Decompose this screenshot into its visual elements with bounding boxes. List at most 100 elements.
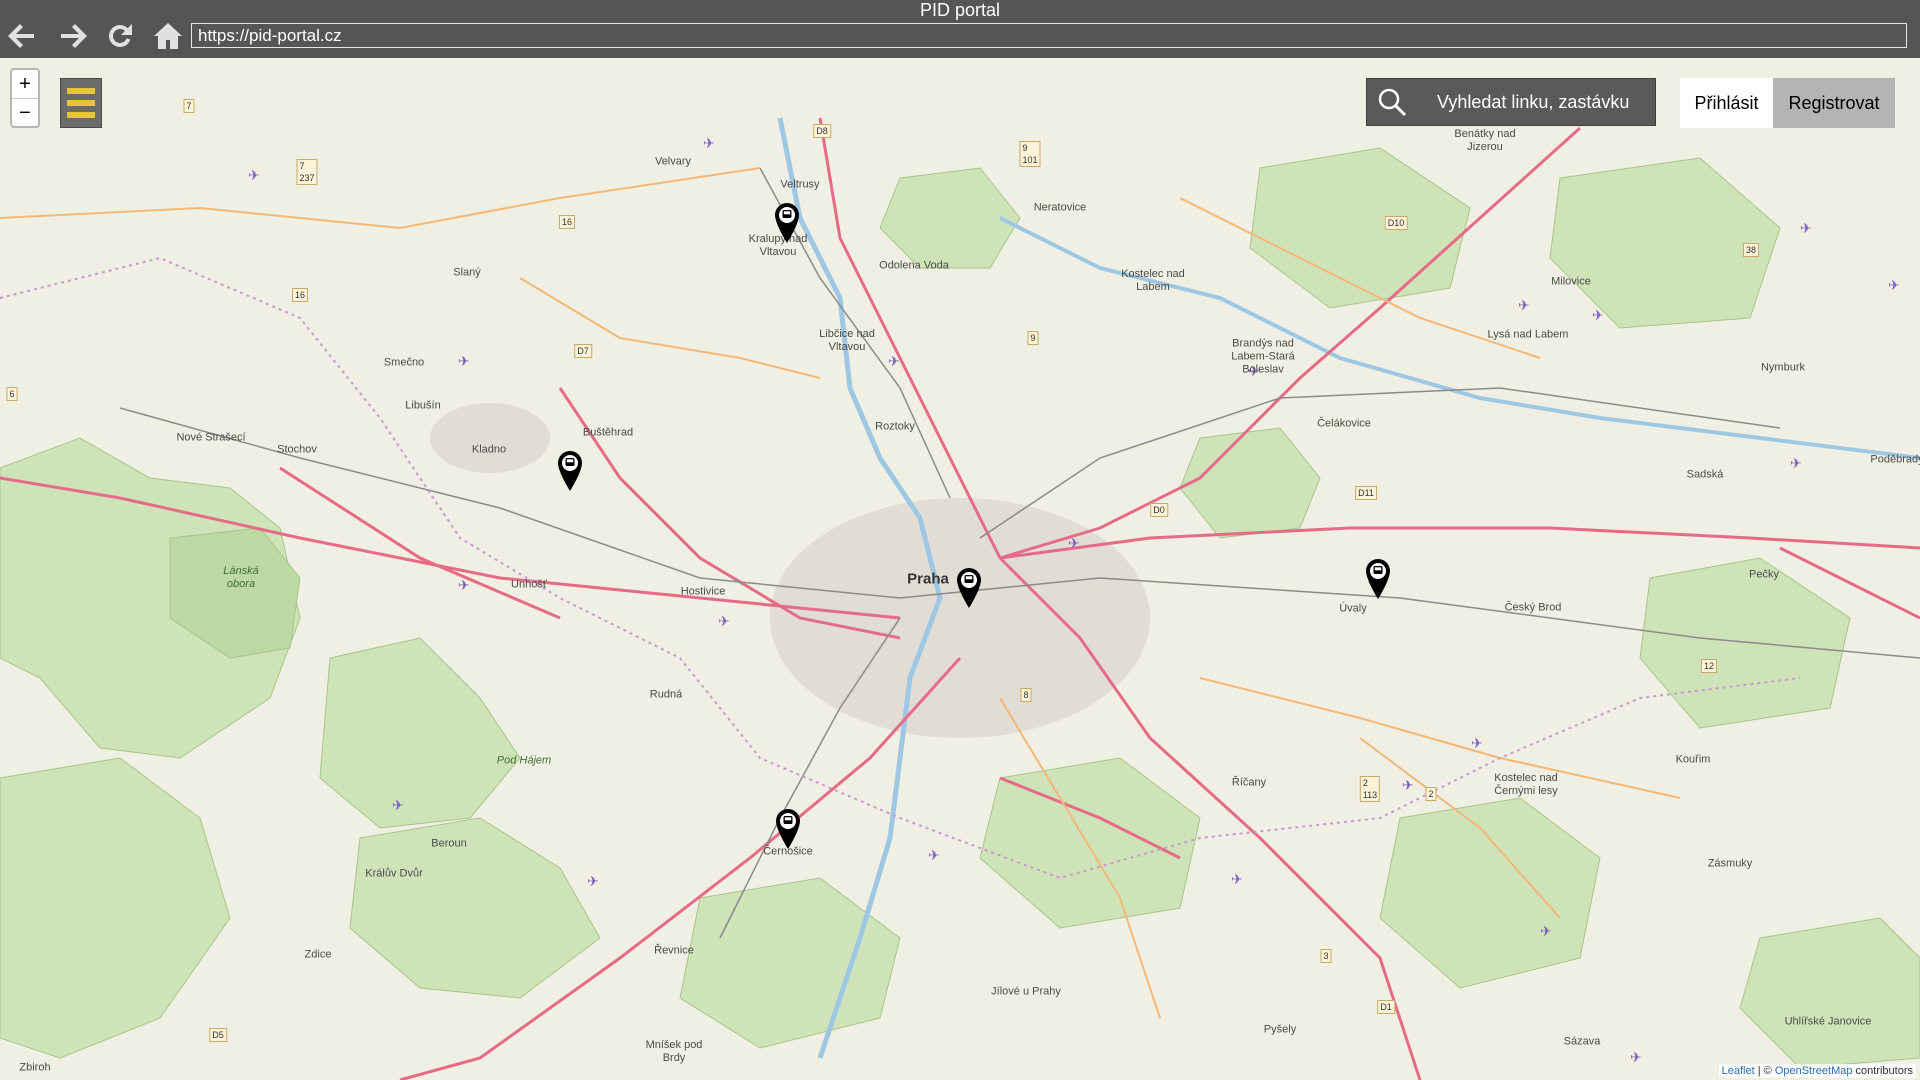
- place-label: Zdice: [304, 948, 332, 961]
- place-label: Brandýs nad Labem-Stará Boleslav: [1231, 337, 1295, 376]
- menu-bar: [67, 88, 95, 94]
- road-shield: 2: [1425, 787, 1437, 801]
- road-shield: 3: [1320, 949, 1332, 963]
- menu-bar: [67, 112, 95, 118]
- place-label: Kouřim: [1675, 753, 1711, 766]
- kladno-urban-area: [430, 403, 550, 473]
- window-title: PID portal: [919, 0, 1001, 20]
- svg-text:✈: ✈: [1790, 455, 1802, 471]
- svg-text:✈: ✈: [718, 613, 730, 629]
- road-shield: 9: [1027, 331, 1039, 345]
- register-button[interactable]: Registrovat: [1773, 78, 1895, 128]
- road-shield: 38: [1742, 243, 1760, 257]
- road-shield: 6: [6, 387, 18, 401]
- place-label: Poděbrady: [1870, 453, 1920, 466]
- reload-button[interactable]: [102, 18, 138, 54]
- place-label: Kladno: [471, 443, 507, 456]
- place-label: Český Brod: [1504, 601, 1562, 614]
- svg-text:✈: ✈: [458, 353, 470, 369]
- place-label: Roztoky: [875, 420, 915, 433]
- place-label: Zbiroh: [19, 1061, 51, 1074]
- svg-text:✈: ✈: [1518, 297, 1530, 313]
- bus-stop-marker-icon[interactable]: [1366, 559, 1390, 599]
- place-label: Libčice nad Vltavou: [819, 328, 875, 353]
- svg-text:✈: ✈: [1068, 535, 1080, 551]
- svg-text:✈: ✈: [248, 167, 260, 183]
- place-label: Pod Hájem: [496, 754, 552, 767]
- place-label: Králův Dvůr: [365, 867, 423, 880]
- place-label: Úvaly: [1339, 602, 1367, 615]
- road-shield: 7: [183, 99, 195, 113]
- svg-text:✈: ✈: [1540, 923, 1552, 939]
- arrow-left-icon: [8, 24, 34, 48]
- place-label: Nové Strašecí: [176, 431, 246, 444]
- osm-link[interactable]: OpenStreetMap: [1775, 1065, 1853, 1077]
- back-button[interactable]: [4, 18, 40, 54]
- attribution-separator: | ©: [1754, 1065, 1775, 1077]
- praha-urban-area: [770, 498, 1150, 738]
- place-label: Sadská: [1686, 468, 1724, 481]
- hamburger-menu-icon[interactable]: [60, 78, 102, 128]
- svg-text:✈: ✈: [1630, 1049, 1642, 1065]
- road-shield: 16: [558, 215, 576, 229]
- leaflet-link[interactable]: Leaflet: [1722, 1065, 1755, 1077]
- place-label: Řevnice: [654, 944, 694, 957]
- place-label: Uhlířské Janovice: [1784, 1015, 1872, 1028]
- svg-text:✈: ✈: [458, 577, 470, 593]
- place-label: Mníšek pod Brdy: [645, 1039, 703, 1064]
- menu-bar: [67, 100, 95, 106]
- zoom-control: + −: [10, 68, 40, 128]
- svg-text:✈: ✈: [888, 353, 900, 369]
- road-shield: D11: [1355, 486, 1377, 500]
- svg-text:✈: ✈: [1231, 871, 1243, 887]
- zoom-in-button[interactable]: +: [12, 70, 38, 99]
- place-label: Hostivice: [680, 585, 726, 598]
- bus-stop-marker-icon[interactable]: [776, 809, 800, 849]
- arrow-right-icon: [61, 24, 87, 48]
- place-label: Sázava: [1563, 1035, 1601, 1048]
- svg-text:✈: ✈: [1471, 735, 1483, 751]
- road-shield: D0: [1150, 503, 1168, 517]
- road-shield: 8: [1020, 688, 1032, 702]
- place-label: Stochov: [277, 443, 317, 456]
- browser-chrome: PID portal https://pid-portal.cz: [0, 0, 1920, 58]
- place-label: Lysá nad Labem: [1487, 328, 1569, 341]
- svg-text:✈: ✈: [1592, 307, 1604, 323]
- place-label: Jílové u Prahy: [991, 985, 1061, 998]
- address-bar[interactable]: https://pid-portal.cz: [191, 23, 1907, 48]
- svg-text:✈: ✈: [928, 847, 940, 863]
- home-button[interactable]: [150, 18, 186, 54]
- place-label: Smečno: [383, 356, 425, 369]
- bus-stop-marker-icon[interactable]: [957, 568, 981, 608]
- place-label: Milovice: [1551, 275, 1591, 288]
- svg-text:✈: ✈: [392, 797, 404, 813]
- place-label: Velvary: [654, 155, 692, 168]
- road-shield: 7 237: [296, 159, 318, 185]
- bus-stop-marker-icon[interactable]: [775, 203, 799, 243]
- place-label: Slaný: [453, 266, 481, 279]
- place-label: Kostelec nad Černými lesy: [1494, 772, 1558, 797]
- svg-text:✈: ✈: [1402, 777, 1414, 793]
- place-label: Říčany: [1231, 776, 1267, 789]
- road-shield: 16: [291, 288, 309, 302]
- svg-text:✈: ✈: [1800, 220, 1812, 236]
- place-label: Veltrusy: [780, 178, 820, 191]
- road-shield: 9 101: [1019, 141, 1041, 167]
- search-button[interactable]: Vyhledat linku, zastávku: [1366, 78, 1656, 126]
- reload-icon: [109, 24, 132, 47]
- forward-button[interactable]: [55, 18, 91, 54]
- place-label: Pyšely: [1263, 1023, 1297, 1036]
- login-button[interactable]: Přihlásit: [1680, 78, 1773, 128]
- home-icon: [154, 23, 182, 49]
- map-canvas[interactable]: ✈ ✈ ✈ ✈ ✈ ✈ ✈ ✈ ✈ ✈ ✈ ✈ ✈ ✈ ✈ ✈ ✈ ✈ ✈ ✈ ✈ Praha Kralup…: [0, 58, 1920, 1080]
- place-label: Neratovice: [1033, 201, 1087, 214]
- labe-river: [999, 216, 1920, 460]
- road-shield: D7: [574, 344, 592, 358]
- place-label: Buštěhrad: [582, 426, 634, 439]
- attribution-suffix: contributors: [1852, 1065, 1913, 1077]
- place-label: Libušín: [405, 399, 441, 412]
- bus-stop-marker-icon[interactable]: [558, 451, 582, 491]
- place-label: Čelákovice: [1317, 417, 1371, 430]
- zoom-out-button[interactable]: −: [12, 99, 38, 127]
- road-shield: D5: [209, 1028, 227, 1042]
